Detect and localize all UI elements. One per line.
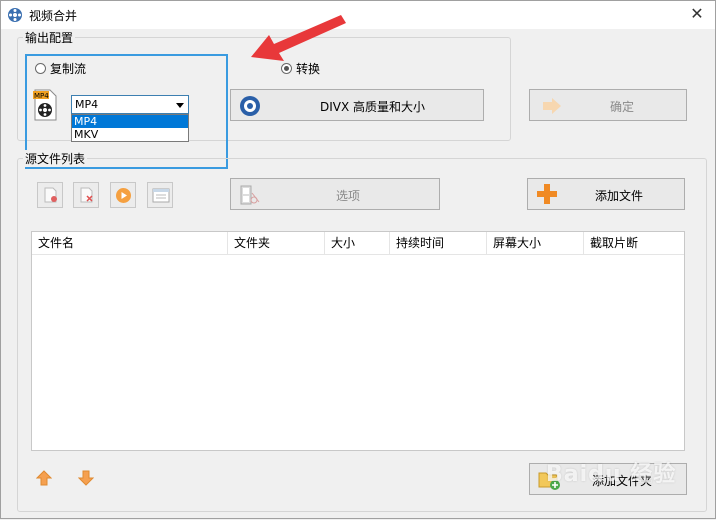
film-reel-icon — [8, 8, 22, 22]
remove-file-button[interactable] — [73, 182, 99, 208]
options-button[interactable]: 选项 — [230, 178, 440, 210]
arrow-down-icon[interactable] — [78, 470, 94, 486]
quality-settings-label: DIVX 高质量和大小 — [320, 100, 426, 114]
column-header-folder[interactable]: 文件夹 — [228, 232, 325, 254]
plus-icon — [537, 184, 557, 204]
arrow-up-icon[interactable] — [36, 470, 52, 486]
column-header-clip[interactable]: 截取片断 — [584, 232, 684, 254]
add-folder-button-label: 添加文件夹 — [592, 474, 653, 488]
options-button-label: 选项 — [336, 189, 361, 203]
window-title: 视频合并 — [29, 9, 78, 23]
close-button[interactable]: ✕ — [687, 5, 707, 25]
source-files-label: 源文件列表 — [23, 150, 88, 167]
gear-disc-icon — [240, 96, 260, 116]
arrow-right-icon — [543, 98, 561, 114]
radio-convert-circle[interactable] — [281, 63, 292, 74]
film-scissors-icon — [240, 185, 260, 205]
delete-file-button[interactable] — [37, 182, 63, 208]
add-folder-icon — [538, 472, 560, 490]
add-folder-button[interactable]: 添加文件夹 — [529, 463, 687, 495]
radio-convert-label: 转换 — [296, 62, 321, 76]
column-header-duration[interactable]: 持续时间 — [390, 232, 487, 254]
source-file-list[interactable]: 文件名 文件夹 大小 持续时间 屏幕大小 截取片断 — [31, 231, 685, 451]
add-file-button-label: 添加文件 — [595, 189, 644, 203]
output-config-label: 输出配置 — [23, 29, 76, 46]
radio-convert[interactable]: 转换 — [281, 60, 320, 77]
list-header: 文件名 文件夹 大小 持续时间 屏幕大小 截取片断 — [32, 232, 684, 255]
ok-button-label: 确定 — [610, 100, 635, 114]
quality-settings-button[interactable]: DIVX 高质量和大小 — [230, 89, 484, 121]
column-header-filename[interactable]: 文件名 — [32, 232, 228, 254]
play-button[interactable] — [110, 182, 136, 208]
delete-file-icon — [44, 187, 57, 203]
ok-button[interactable]: 确定 — [529, 89, 687, 121]
properties-button[interactable] — [147, 182, 173, 208]
add-file-button[interactable]: 添加文件 — [527, 178, 685, 210]
column-header-screen-size[interactable]: 屏幕大小 — [487, 232, 584, 254]
column-header-size[interactable]: 大小 — [325, 232, 390, 254]
properties-icon — [152, 188, 170, 203]
title-bar: 视频合并 ✕ — [1, 1, 715, 29]
remove-file-icon — [80, 187, 93, 203]
video-merge-window: 视频合并 ✕ 输出配置 复制流 转换 MP4 MP4 MP4 MKV DIVX … — [0, 0, 716, 519]
play-icon — [116, 188, 131, 203]
